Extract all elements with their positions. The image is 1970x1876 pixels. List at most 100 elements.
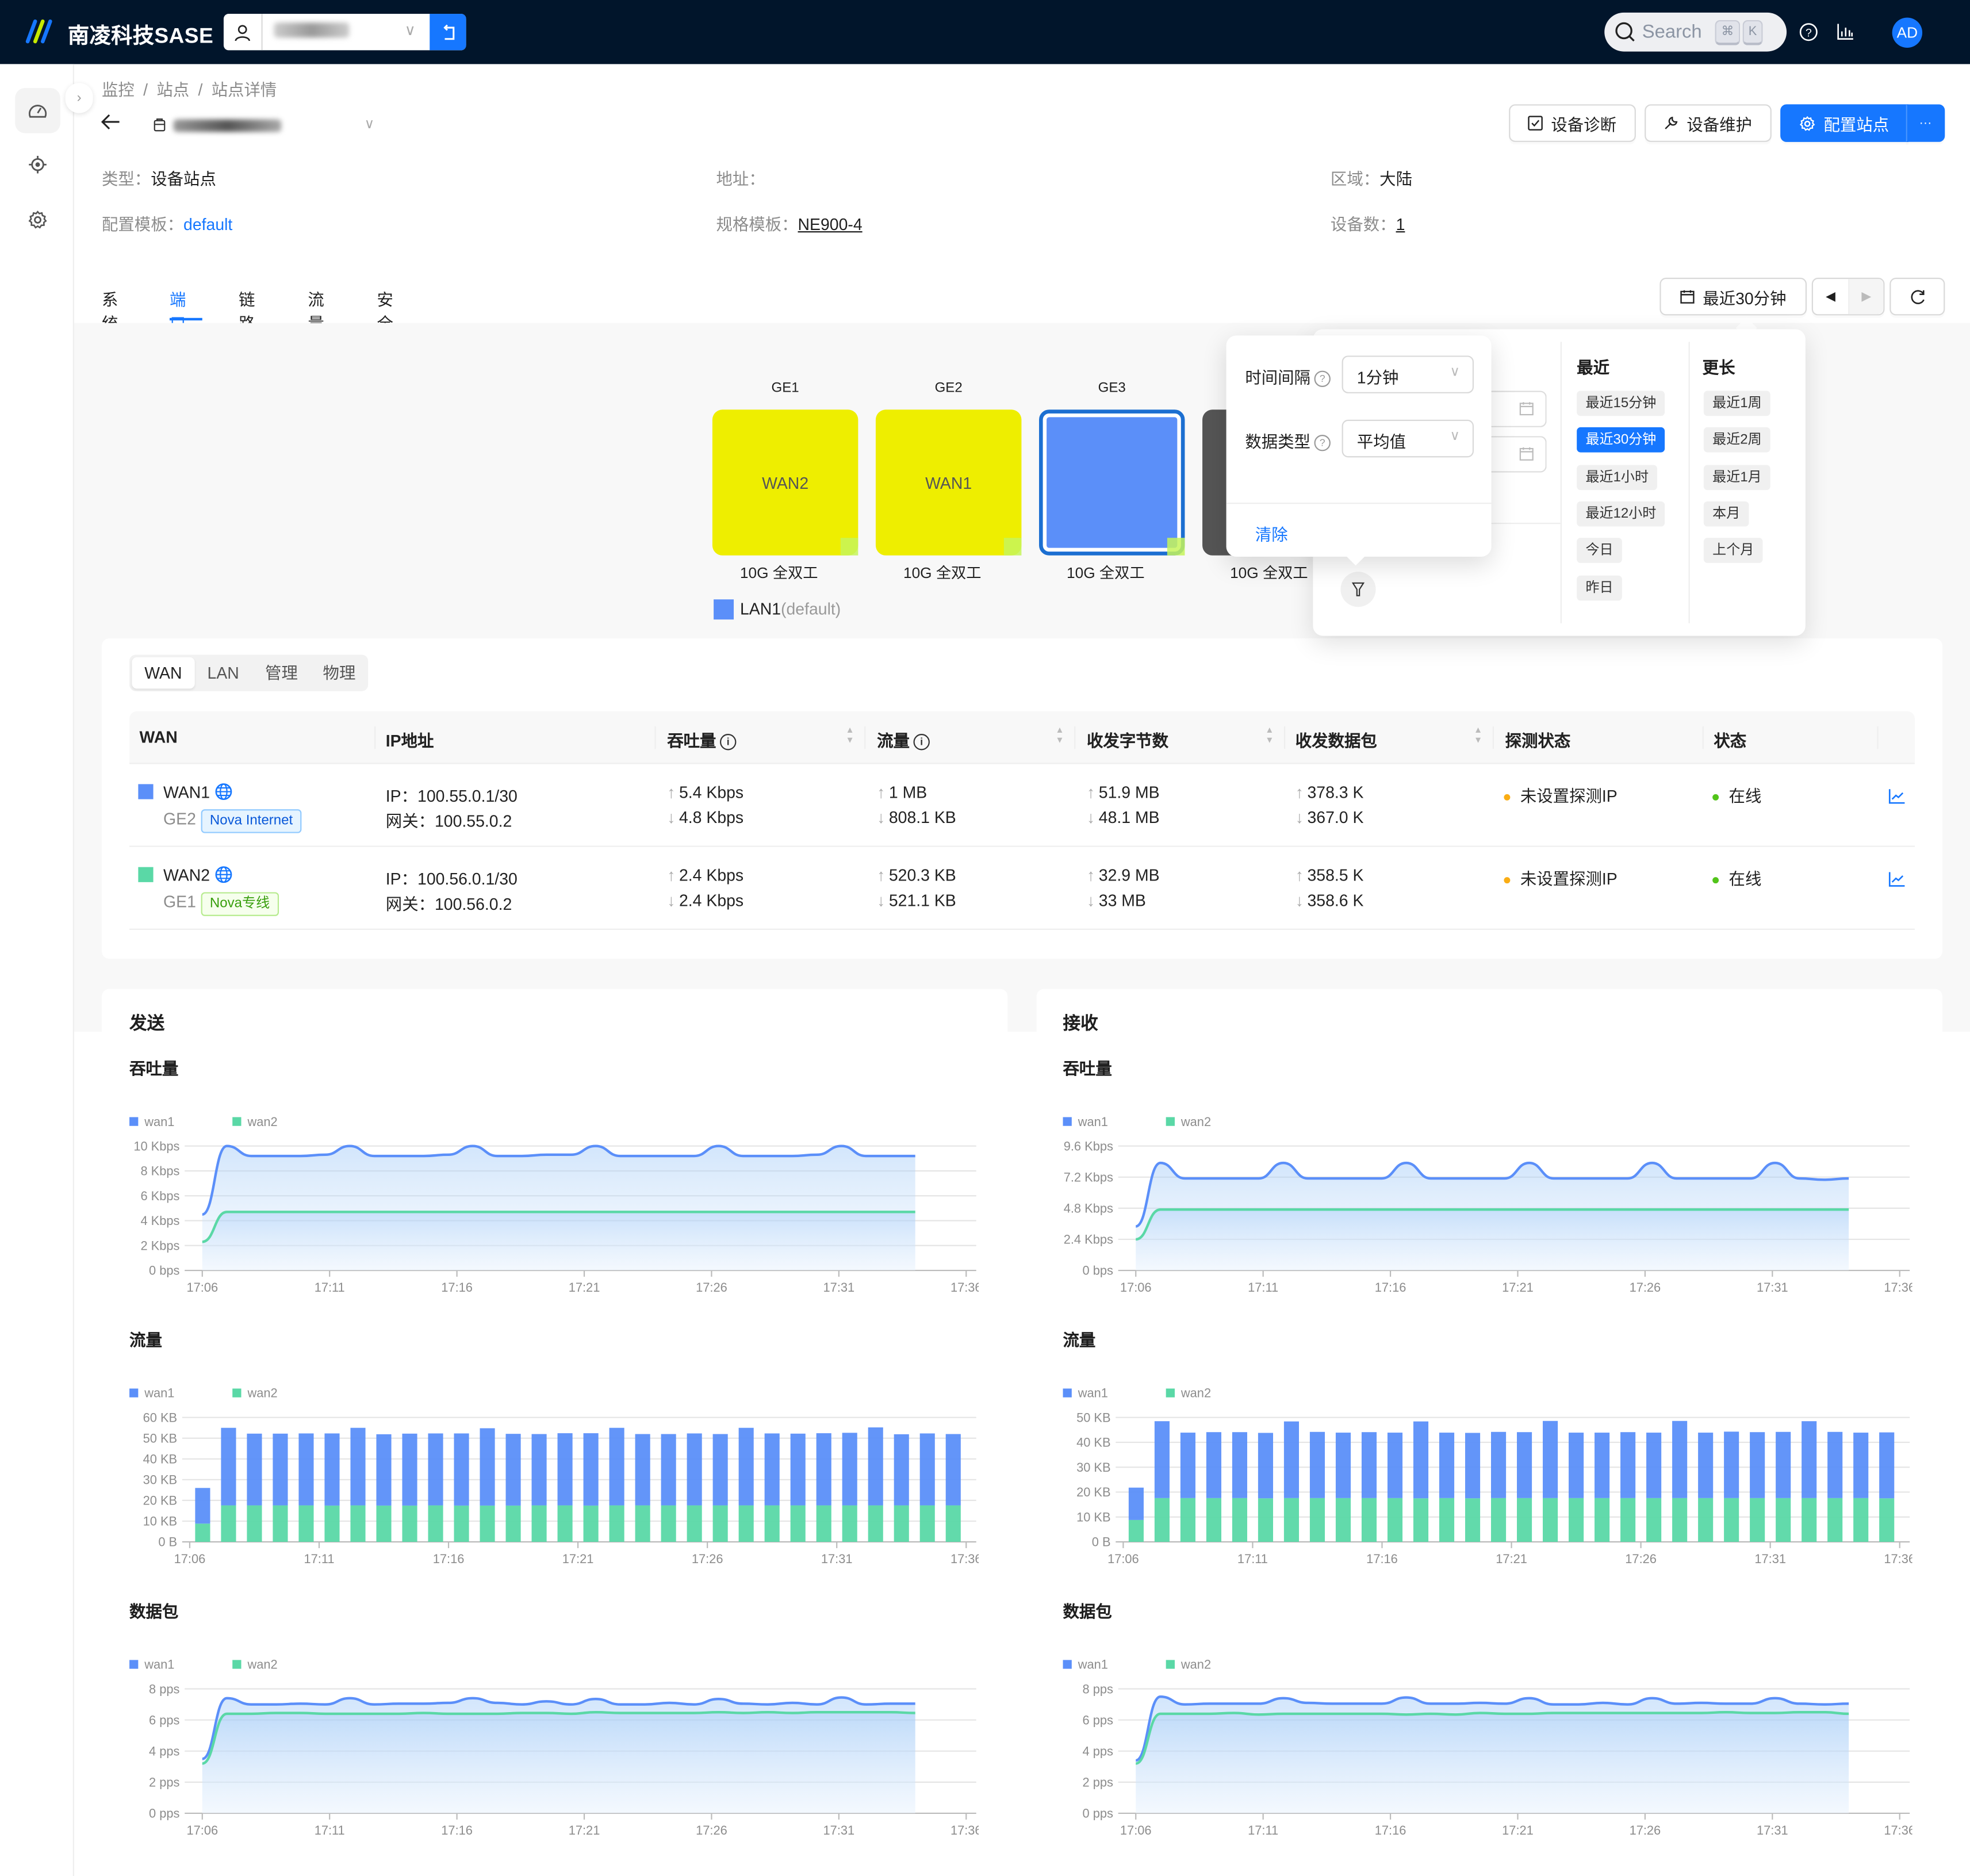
quick-range-option[interactable]: 最近1月 (1703, 464, 1770, 490)
bar-wan1[interactable] (1206, 1432, 1221, 1498)
quick-range-option[interactable]: 今日 (1577, 538, 1622, 564)
legend-label-wan2[interactable]: wan2 (247, 1386, 277, 1400)
site-selector[interactable]: ∨ (154, 116, 380, 136)
bar-wan2[interactable] (1387, 1498, 1403, 1542)
col-traffic[interactable]: 流量 i (877, 728, 930, 752)
bar-wan1[interactable] (1827, 1431, 1843, 1498)
segment-management[interactable]: 管理 (252, 657, 311, 689)
legend-label-wan2[interactable]: wan2 (247, 1115, 277, 1129)
next-range-button[interactable]: ▶ (1848, 279, 1884, 315)
breadcrumb-sites[interactable]: 站点 (156, 81, 189, 99)
bar-wan1[interactable] (1802, 1421, 1817, 1498)
bar-wan1[interactable] (583, 1433, 599, 1506)
bar-wan2[interactable] (919, 1505, 935, 1542)
legend-label-wan1[interactable]: wan1 (1078, 1115, 1108, 1129)
bar-wan2[interactable] (1154, 1498, 1170, 1542)
legend-swatch-wan2[interactable] (1166, 1388, 1175, 1398)
quick-range-option[interactable]: 本月 (1703, 501, 1749, 527)
bar-wan2[interactable] (1361, 1498, 1377, 1542)
bar-wan2[interactable] (1750, 1498, 1765, 1542)
bar-wan1[interactable] (1490, 1431, 1507, 1498)
bar-wan2[interactable] (1309, 1498, 1325, 1542)
bar-wan1[interactable] (1309, 1431, 1325, 1498)
tenant-switcher[interactable]: ∨ (223, 14, 466, 51)
bar-wan2[interactable] (402, 1505, 417, 1542)
legend-label-wan1[interactable]: wan1 (1078, 1386, 1108, 1400)
bar-wan2[interactable] (1283, 1498, 1300, 1542)
bar-wan2[interactable] (609, 1505, 624, 1542)
legend-swatch-wan1[interactable] (129, 1388, 139, 1398)
sort-throughput-icon[interactable]: ▲ ▼ (846, 726, 854, 746)
port-ge2[interactable]: WAN1 (875, 409, 1022, 556)
bar-wan2[interactable] (557, 1505, 573, 1542)
bar-wan2[interactable] (1232, 1498, 1247, 1542)
legend-swatch-wan2[interactable] (1166, 1117, 1175, 1126)
bar-wan1[interactable] (790, 1433, 806, 1506)
bar-wan2[interactable] (1569, 1498, 1584, 1542)
bar-wan2[interactable] (505, 1505, 521, 1542)
bar-wan2[interactable] (298, 1505, 314, 1542)
sidebar-item-dashboard[interactable] (15, 87, 60, 133)
bar-wan1[interactable] (945, 1434, 961, 1506)
bar-wan2[interactable] (428, 1505, 443, 1542)
segment-lan[interactable]: LAN (195, 657, 252, 689)
bar-wan2[interactable] (1853, 1498, 1869, 1542)
quick-range-option[interactable]: 上个月 (1703, 538, 1763, 564)
previous-range-button[interactable]: ◀ (1813, 279, 1848, 314)
info-icon[interactable]: i (913, 734, 930, 751)
sidebar-item-location[interactable] (15, 142, 60, 187)
bar-wan2[interactable] (1646, 1498, 1662, 1542)
legend-label-wan2[interactable]: wan2 (1181, 1115, 1211, 1129)
bar-wan2[interactable] (894, 1505, 909, 1542)
bar-wan2[interactable] (1543, 1498, 1558, 1542)
bar-wan2[interactable] (1827, 1498, 1843, 1542)
bar-wan1[interactable] (1335, 1433, 1351, 1498)
bar-wan1[interactable] (919, 1433, 935, 1506)
bar-wan1[interactable] (531, 1434, 547, 1506)
col-throughput[interactable]: 吞吐量 i (667, 728, 737, 752)
bar-wan1[interactable] (1232, 1432, 1247, 1498)
more-actions-button[interactable]: ··· (1906, 104, 1945, 142)
bar-wan1[interactable] (816, 1433, 831, 1506)
bar-wan1[interactable] (273, 1433, 288, 1506)
bar-wan2[interactable] (480, 1505, 495, 1542)
bar-wan1[interactable] (1283, 1421, 1300, 1498)
port-ge3[interactable] (1038, 409, 1185, 556)
interval-select[interactable]: 1分钟 ∨ (1342, 355, 1474, 393)
bar-wan1[interactable] (1180, 1433, 1195, 1498)
segment-wan[interactable]: WAN (132, 657, 195, 689)
configure-site-button[interactable]: 配置站点 (1780, 104, 1909, 142)
legend-label-wan1[interactable]: wan1 (1078, 1657, 1108, 1672)
legend-label-wan1[interactable]: wan1 (144, 1657, 174, 1672)
bar-wan2[interactable] (454, 1505, 469, 1542)
legend-swatch-wan2[interactable] (232, 1660, 242, 1669)
bar-wan1[interactable] (557, 1433, 573, 1506)
refresh-button[interactable] (1889, 277, 1945, 316)
bar-wan2[interactable] (195, 1523, 210, 1542)
bar-wan2[interactable] (1490, 1498, 1507, 1542)
bar-wan2[interactable] (738, 1505, 754, 1542)
segment-physical[interactable]: 物理 (311, 657, 369, 689)
bar-wan1[interactable] (1646, 1433, 1662, 1498)
breadcrumb-monitor[interactable]: 监控 (102, 81, 135, 99)
bar-wan2[interactable] (376, 1505, 392, 1542)
switch-tenant-button[interactable] (430, 14, 466, 51)
legend-label-wan2[interactable]: wan2 (1181, 1386, 1211, 1400)
quick-range-option[interactable]: 最近2周 (1703, 427, 1770, 453)
bar-wan2[interactable] (1724, 1498, 1739, 1542)
legend-label-wan1[interactable]: wan1 (144, 1386, 174, 1400)
bar-wan1[interactable] (609, 1427, 624, 1506)
quick-range-option[interactable]: 昨日 (1577, 575, 1622, 600)
bar-wan1[interactable] (247, 1433, 262, 1506)
bar-wan2[interactable] (531, 1505, 547, 1542)
bar-wan2[interactable] (1465, 1498, 1481, 1542)
legend-swatch-wan2[interactable] (232, 1117, 242, 1126)
bar-wan1[interactable] (1387, 1433, 1403, 1498)
bar-wan2[interactable] (816, 1505, 831, 1542)
bar-wan2[interactable] (1413, 1498, 1429, 1542)
bar-wan1[interactable] (712, 1434, 728, 1506)
bar-wan2[interactable] (687, 1505, 702, 1542)
bar-wan2[interactable] (1879, 1498, 1895, 1542)
bar-wan2[interactable] (1776, 1498, 1791, 1542)
col-packets[interactable]: 收发数据包 (1296, 728, 1377, 752)
